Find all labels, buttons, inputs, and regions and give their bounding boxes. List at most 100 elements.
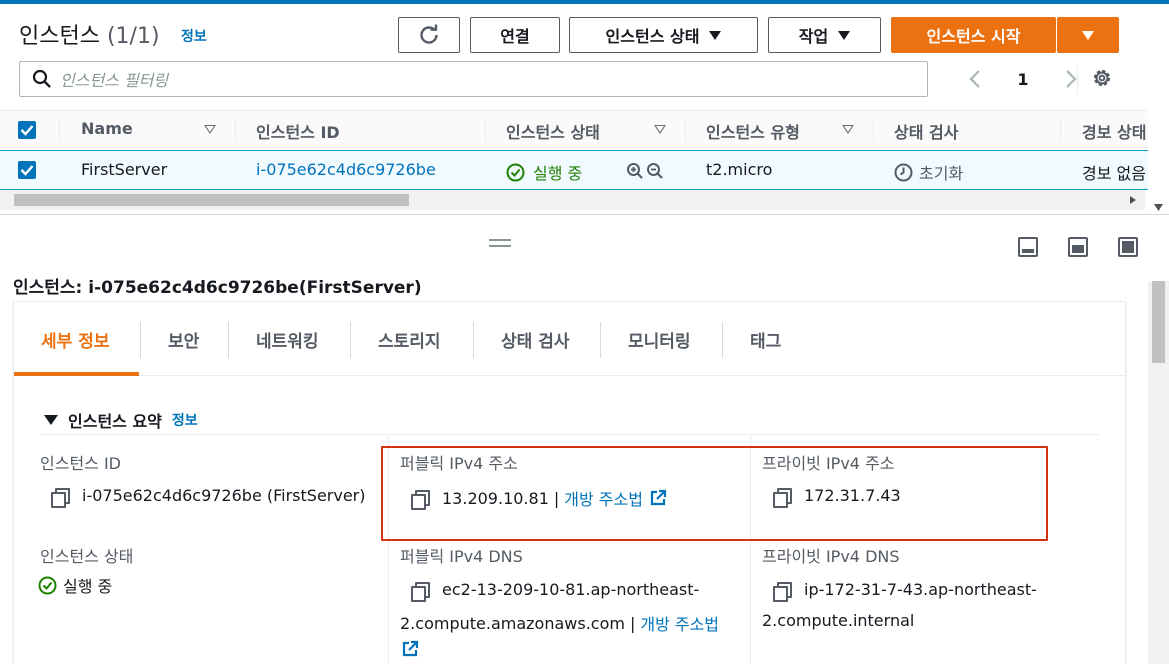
column-header-instance-state[interactable]: 인스턴스 상태	[506, 119, 600, 143]
filter-instances-input[interactable]: 인스턴스 필터링	[19, 61, 928, 97]
checkmark-icon	[20, 165, 34, 176]
column-divider	[1060, 119, 1061, 141]
info-link[interactable]: 정보	[172, 410, 198, 430]
detail-vertical-scrollbar[interactable]	[1148, 281, 1169, 664]
open-address-link[interactable]: 개방 주소법	[640, 611, 719, 635]
panel-maximize-icon[interactable]	[1118, 237, 1138, 257]
instance-id-text: i-075e62c4d6c9726be (FirstServer)	[82, 486, 366, 505]
private-dns-label: 프라이빗 IPv4 DNS	[762, 547, 900, 566]
public-dns-line2: 2.compute.amazonaws.com | 개방 주소법	[400, 611, 719, 635]
cell-status-check-text: 초기화	[919, 164, 964, 183]
detail-tabs: 세부 정보 보안 네트워킹 스토리지 상태 검사 모니터링 태그	[14, 302, 1125, 376]
info-link[interactable]: 정보	[181, 26, 207, 46]
column-divider	[873, 119, 874, 141]
public-dns-label: 퍼블릭 IPv4 DNS	[400, 547, 523, 566]
cell-instance-state-text: 실행 중	[533, 164, 583, 183]
sort-caret-icon[interactable]	[654, 125, 666, 134]
pager-divider	[1077, 66, 1078, 94]
tab-details[interactable]: 세부 정보	[41, 327, 109, 352]
copy-icon[interactable]	[772, 581, 792, 602]
section-divider	[40, 434, 1099, 435]
instance-state-value: 실행 중	[38, 573, 112, 597]
instance-summary-header[interactable]: 인스턴스 요약 정보	[44, 408, 198, 432]
launch-instance-dropdown-button[interactable]	[1057, 17, 1119, 53]
check-circle-icon	[38, 576, 57, 594]
instance-state-text: 실행 중	[63, 577, 113, 596]
public-dns-line2-text: 2.compute.amazonaws.com	[400, 613, 625, 633]
public-dns-line1: ec2-13-209-10-81.ap-northeast-	[410, 580, 700, 602]
cell-instance-type: t2.micro	[706, 160, 773, 179]
tab-security[interactable]: 보안	[168, 327, 199, 352]
cell-instance-id-link[interactable]: i-075e62c4d6c9726be	[256, 160, 436, 179]
row-checkbox[interactable]	[18, 161, 36, 179]
arrow-right-icon[interactable]	[1129, 196, 1137, 204]
gear-icon[interactable]	[1090, 66, 1114, 90]
clock-icon	[894, 163, 913, 181]
column-divider	[485, 119, 486, 141]
tab-monitoring[interactable]: 모니터링	[628, 327, 691, 352]
tab-status-checks[interactable]: 상태 검사	[501, 327, 569, 352]
refresh-icon	[420, 24, 438, 44]
public-dns-line1-text: ec2-13-209-10-81.ap-northeast-	[442, 580, 700, 599]
column-header-instance-type[interactable]: 인스턴스 유형	[706, 119, 800, 143]
zoom-out-icon[interactable]	[646, 162, 664, 180]
actions-dropdown-label: 작업	[798, 27, 829, 46]
chevron-left-icon[interactable]	[968, 69, 982, 89]
select-all-checkbox[interactable]	[18, 121, 36, 139]
page-title-text: 인스턴스	[19, 24, 100, 49]
column-divider	[685, 119, 686, 141]
separator-pipe: |	[629, 613, 636, 633]
column-header-status-check[interactable]: 상태 검사	[894, 119, 958, 143]
horizontal-scrollbar[interactable]	[0, 190, 1145, 210]
column-header-alarm-status[interactable]: 경보 상태	[1082, 119, 1146, 143]
page-number[interactable]: 1	[1017, 70, 1028, 89]
detail-title: 인스턴스: i-075e62c4d6c9726be(FirstServer)	[13, 278, 422, 298]
tab-divider	[350, 322, 351, 358]
instance-state-dropdown-label: 인스턴스 상태	[605, 27, 700, 46]
caret-down-icon	[1082, 30, 1094, 40]
caret-down-icon	[709, 30, 722, 40]
panel-bottom-icon[interactable]	[1018, 237, 1038, 257]
caret-down-icon	[44, 415, 58, 425]
connect-button[interactable]: 연결	[470, 17, 560, 53]
external-link-icon[interactable]	[401, 640, 419, 658]
private-dns-line1: ip-172-31-7-43.ap-northeast-	[772, 580, 1037, 602]
sort-caret-icon[interactable]	[204, 125, 216, 134]
panel-side-icon[interactable]	[1068, 237, 1088, 257]
column-divider	[59, 119, 60, 141]
instance-state-label: 인스턴스 상태	[40, 547, 134, 566]
scrollbar-thumb[interactable]	[1152, 281, 1165, 363]
checkmark-icon	[20, 125, 34, 136]
table-row[interactable]: FirstServer i-075e62c4d6c9726be 실행 중 t2.…	[0, 150, 1160, 190]
highlight-box	[381, 446, 1048, 541]
tab-divider	[140, 322, 141, 358]
instances-table: Name 인스턴스 ID 인스턴스 상태 인스턴스 유형 상태 검사 경보 상태…	[0, 110, 1160, 190]
resize-handle[interactable]	[489, 239, 511, 247]
launch-instance-button[interactable]: 인스턴스 시작	[891, 17, 1056, 53]
copy-icon[interactable]	[50, 487, 70, 508]
cell-name: FirstServer	[81, 160, 168, 179]
active-tab-indicator	[14, 372, 139, 376]
private-dns-line2: 2.compute.internal	[762, 611, 914, 630]
pagination: 1	[968, 64, 1078, 94]
sort-caret-icon[interactable]	[842, 125, 854, 134]
copy-icon[interactable]	[410, 581, 430, 602]
private-dns-line2-text: 2.compute.internal	[762, 611, 915, 630]
cell-alarm-status: 경보 없음	[1082, 164, 1146, 183]
scrollbar-thumb[interactable]	[14, 194, 409, 206]
zoom-in-icon[interactable]	[626, 162, 644, 180]
instance-id-label: 인스턴스 ID	[40, 454, 122, 473]
top-vertical-scrollbar[interactable]	[1148, 4, 1169, 214]
instances-header: 인스턴스 (1/1) 정보 연결 인스턴스 상태 작업 인스턴스 시작 인스턴스…	[0, 4, 1169, 110]
tab-storage[interactable]: 스토리지	[378, 327, 441, 352]
instance-state-dropdown[interactable]: 인스턴스 상태	[569, 17, 758, 53]
refresh-button[interactable]	[398, 17, 460, 53]
column-header-name[interactable]: Name	[81, 119, 133, 138]
tab-networking[interactable]: 네트워킹	[256, 327, 319, 352]
tab-tags[interactable]: 태그	[750, 327, 781, 352]
detail-card: 세부 정보 보안 네트워킹 스토리지 상태 검사 모니터링 태그 인스턴스 요약…	[13, 301, 1126, 664]
chevron-right-icon[interactable]	[1064, 69, 1078, 89]
column-header-instance-id[interactable]: 인스턴스 ID	[256, 119, 340, 143]
arrow-down-icon[interactable]	[1154, 204, 1163, 211]
actions-dropdown[interactable]: 작업	[768, 17, 881, 53]
